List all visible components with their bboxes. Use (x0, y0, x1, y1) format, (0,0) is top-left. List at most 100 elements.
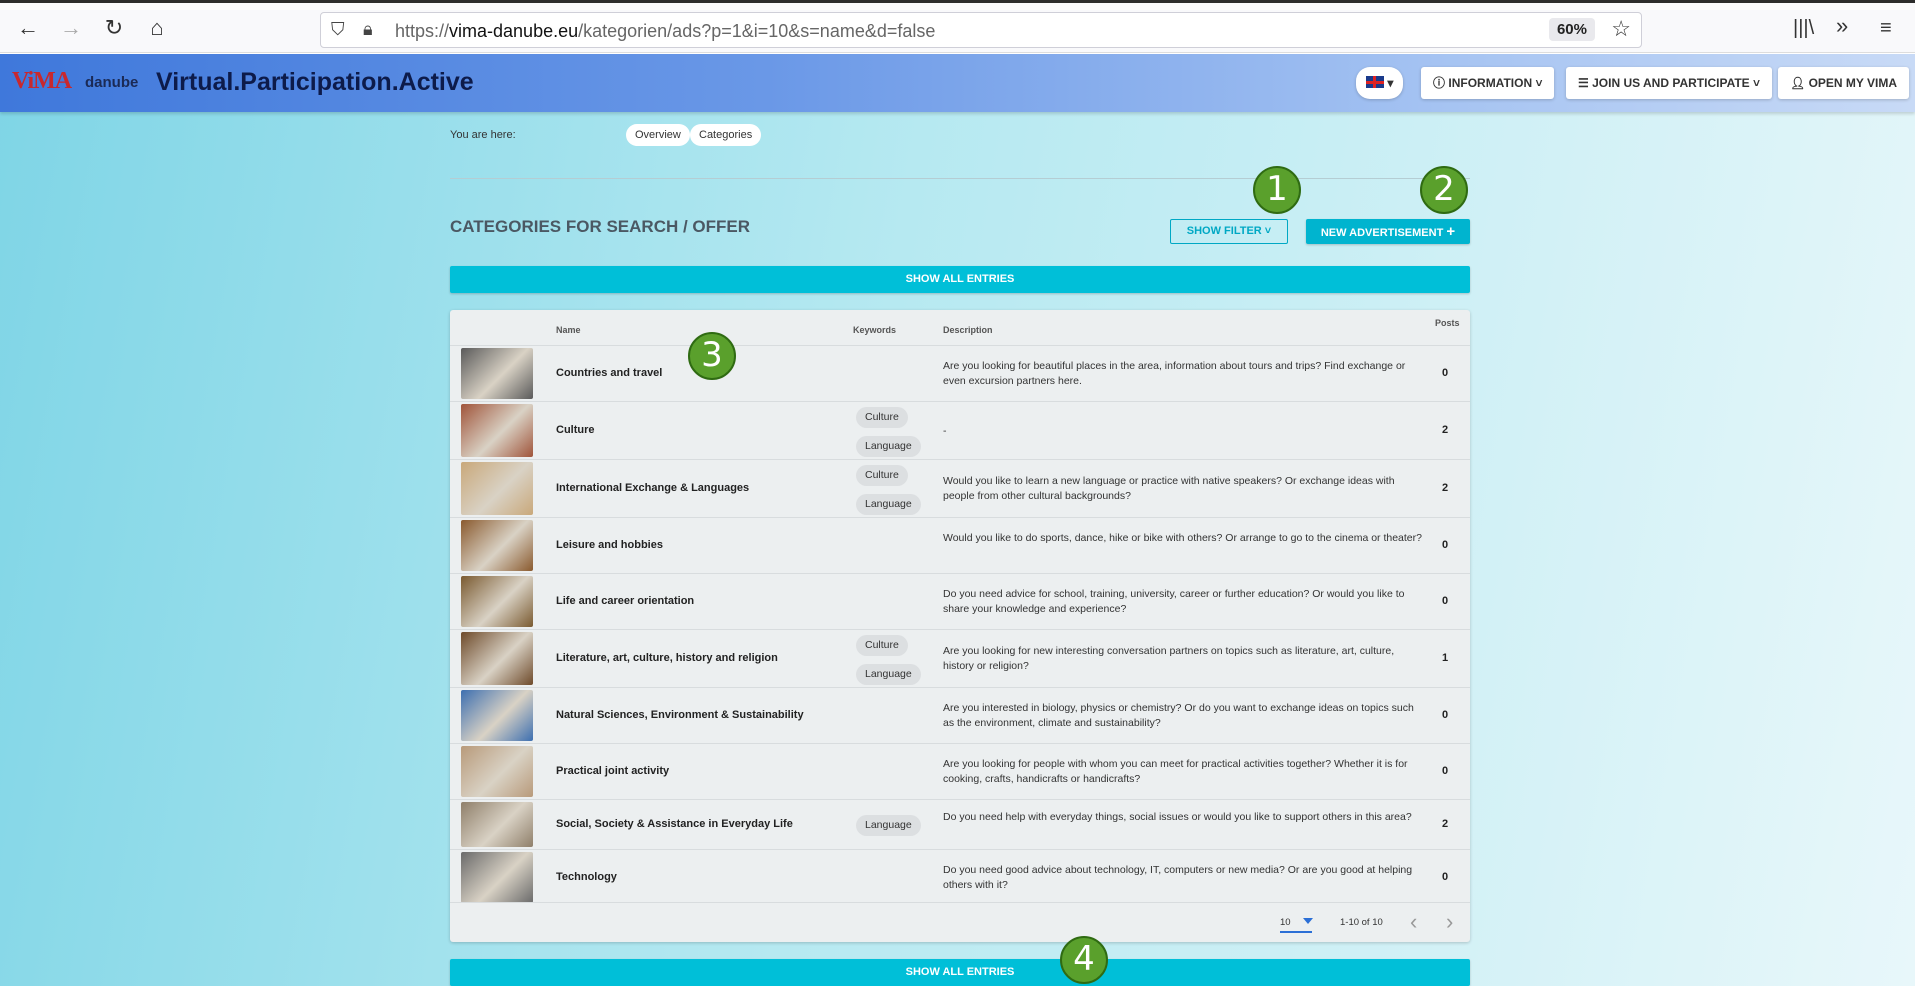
shield-icon[interactable]: ⛉ (331, 19, 345, 40)
site-logo[interactable]: ViMA danube (12, 68, 140, 98)
language-selector[interactable]: ▾ (1356, 67, 1404, 99)
posts-count: 2 (1442, 482, 1449, 494)
show-all-entries-button-bottom[interactable]: SHOW ALL ENTRIES (450, 959, 1470, 986)
forward-icon[interactable]: → (58, 15, 84, 41)
zoom-level[interactable]: 60% (1548, 18, 1595, 41)
home-icon[interactable]: ⌂ (144, 15, 170, 41)
library-icon[interactable]: |||\ (1793, 17, 1814, 40)
table-row[interactable]: Life and career orientation Do you need a… (450, 573, 1470, 629)
category-name[interactable]: Natural Sciences, Environment & Sustaina… (556, 709, 804, 721)
category-thumbnail-image[interactable] (461, 802, 533, 847)
breadcrumb-categories[interactable]: Categories (690, 124, 762, 146)
category-name[interactable]: Leisure and hobbies (556, 539, 663, 551)
lock-icon[interactable]: 🔒︎ (363, 19, 373, 40)
breadcrumb-label: You are here: (450, 129, 516, 141)
previous-page-icon[interactable]: ‹ (1410, 909, 1417, 935)
posts-count: 1 (1442, 652, 1449, 664)
show-all-entries-button-top[interactable]: SHOW ALL ENTRIES (450, 266, 1470, 293)
posts-count: 0 (1442, 539, 1449, 551)
new-advertisement-button[interactable]: NEW ADVERTISEMENT + (1306, 219, 1470, 244)
table-row[interactable]: International Exchange & Languages Cultur… (450, 459, 1470, 517)
category-name[interactable]: Life and career orientation (556, 595, 694, 607)
table-row[interactable]: Leisure and hobbies Would you like to do … (450, 517, 1470, 573)
posts-count: 0 (1442, 765, 1449, 777)
pagination-range: 1-10 of 10 (1340, 917, 1383, 928)
chevron-down-icon: ▾ (1387, 76, 1394, 90)
page: ViMA danube Virtual.Participation.Active… (0, 54, 1915, 986)
category-name[interactable]: Literature, art, culture, history and re… (556, 652, 778, 664)
table-row[interactable]: Natural Sciences, Environment & Sustaina… (450, 687, 1470, 743)
posts-count: 0 (1442, 709, 1449, 721)
category-description: Do you need help with everyday things, s… (943, 811, 1412, 823)
overflow-chevrons-icon[interactable]: » (1836, 13, 1848, 39)
next-page-icon[interactable]: › (1446, 909, 1453, 935)
column-header-description[interactable]: Description (943, 325, 993, 335)
annotation-marker-2: 2 (1420, 166, 1468, 214)
breadcrumb-overview[interactable]: Overview (626, 124, 690, 146)
posts-count: 2 (1442, 818, 1449, 830)
open-my-vima-label: OPEN MY VIMA (1808, 76, 1898, 90)
category-thumbnail-image[interactable] (461, 462, 533, 515)
keyword-chip[interactable]: Culture (856, 465, 908, 486)
chevron-down-icon: ˅ (1535, 76, 1543, 90)
keyword-chip[interactable]: Language (856, 436, 921, 457)
divider (450, 178, 1470, 179)
show-filter-button[interactable]: SHOW FILTER ˅ (1170, 219, 1288, 244)
information-menu-button[interactable]: ⓘ INFORMATION ˅ (1421, 67, 1555, 99)
url-text[interactable]: https://vima-danube.eu/kategorien/ads?p=… (395, 21, 935, 42)
keyword-chip[interactable]: Culture (856, 407, 908, 428)
keyword-chip[interactable]: Culture (856, 635, 908, 656)
bookmark-star-icon[interactable]: ☆ (1611, 16, 1631, 42)
address-bar[interactable]: ⛉ 🔒︎ https://vima-danube.eu/kategorien/a… (320, 12, 1642, 48)
category-thumbnail-image[interactable] (461, 520, 533, 571)
page-title: CATEGORIES FOR SEARCH / OFFER (450, 217, 751, 236)
category-name[interactable]: International Exchange & Languages (556, 482, 749, 494)
category-name[interactable]: Culture (556, 424, 595, 436)
site-header: ViMA danube Virtual.Participation.Active… (0, 54, 1915, 112)
categories-table: Name Keywords Description Posts Countrie… (450, 310, 1470, 942)
new-advertisement-label: NEW ADVERTISEMENT (1320, 227, 1444, 239)
user-icon: 👤︎ (1790, 76, 1806, 90)
table-row[interactable]: Culture Culture Language - 2 (450, 401, 1470, 459)
category-thumbnail-image[interactable] (461, 690, 533, 741)
table-row[interactable]: Social, Society & Assistance in Everyday… (450, 799, 1470, 849)
table-row[interactable]: Countries and travel Are you looking for … (450, 345, 1470, 401)
caret-down-icon[interactable] (1303, 918, 1313, 924)
column-header-name[interactable]: Name (556, 325, 581, 335)
annotation-marker-3: 3 (688, 332, 736, 380)
category-thumbnail-image[interactable] (461, 746, 533, 797)
category-name[interactable]: Technology (556, 871, 617, 883)
category-name[interactable]: Practical joint activity (556, 765, 669, 777)
category-description: - (943, 424, 947, 437)
column-header-keywords[interactable]: Keywords (853, 325, 896, 335)
keyword-chip[interactable]: Language (856, 815, 921, 836)
uk-flag-icon (1366, 76, 1384, 88)
table-row[interactable]: Technology Do you need good advice about … (450, 849, 1470, 905)
category-description: Are you interested in biology, physics o… (943, 702, 1414, 729)
table-row[interactable]: Literature, art, culture, history and re… (450, 629, 1470, 687)
category-thumbnail-image[interactable] (461, 404, 533, 457)
category-name[interactable]: Countries and travel (556, 367, 662, 379)
category-thumbnail-image[interactable] (461, 632, 533, 685)
plus-icon: + (1446, 223, 1456, 240)
keyword-chip[interactable]: Language (856, 494, 921, 515)
logo-danube-text: danube (85, 74, 139, 91)
chevron-down-icon: ˅ (1753, 76, 1761, 90)
posts-count: 0 (1442, 595, 1449, 607)
category-thumbnail-image[interactable] (461, 348, 533, 399)
menu-hamburger-icon[interactable]: ≡ (1880, 17, 1892, 40)
category-description: Do you need good advice about technology… (943, 864, 1413, 891)
category-name[interactable]: Social, Society & Assistance in Everyday… (556, 818, 793, 830)
open-my-vima-button[interactable]: 👤︎ OPEN MY VIMA (1778, 67, 1910, 99)
help-circle-icon: ⓘ (1433, 76, 1446, 90)
category-thumbnail-image[interactable] (461, 852, 533, 903)
column-header-posts[interactable]: Posts (1435, 318, 1460, 328)
join-menu-button[interactable]: ☰ JOIN US AND PARTICIPATE ˅ (1566, 67, 1773, 99)
reload-icon[interactable]: ↻ (101, 15, 127, 41)
logo-vima-text: ViMA (12, 68, 72, 94)
category-description: Do you need advice for school, training,… (943, 588, 1405, 615)
category-thumbnail-image[interactable] (461, 576, 533, 627)
table-row[interactable]: Practical joint activity Are you looking … (450, 743, 1470, 799)
keyword-chip[interactable]: Language (856, 664, 921, 685)
back-icon[interactable]: ← (15, 15, 41, 41)
